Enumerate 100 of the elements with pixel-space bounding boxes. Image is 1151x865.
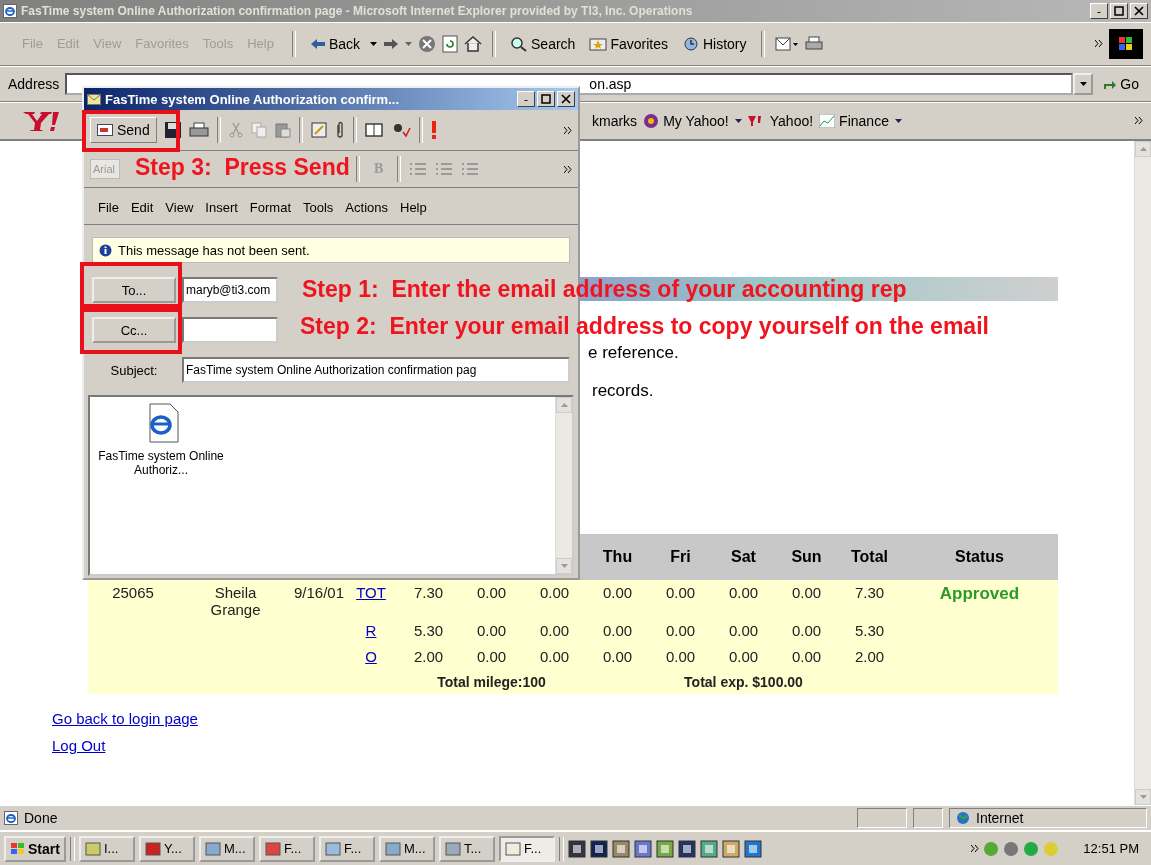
chevron-icon[interactable] xyxy=(1135,117,1143,124)
envelope-icon xyxy=(97,124,113,136)
table-cell: 7.30 xyxy=(413,584,444,601)
code-link[interactable]: R xyxy=(365,622,377,639)
table-cell: 0.00 xyxy=(602,648,633,665)
taskbar-button[interactable]: I... xyxy=(78,835,135,862)
exclamation-icon[interactable] xyxy=(430,121,437,139)
taskbar-button[interactable]: M... xyxy=(378,835,435,862)
dropdown-button[interactable] xyxy=(1073,72,1094,95)
attachment-name[interactable]: FasTime system Online Authoriz... xyxy=(96,449,226,477)
quick-launch-icon[interactable] xyxy=(589,839,608,858)
window-title: FasTime system Online Authorization confirmation page - Microsoft Internet Explorer provided by TI3, Inc. Operations xyxy=(21,4,694,18)
paste-icon[interactable] xyxy=(274,122,291,138)
forward-arrow-icon[interactable] xyxy=(383,37,399,50)
taskbar-button[interactable]: M... xyxy=(198,835,255,862)
menu-item[interactable]: File xyxy=(98,199,119,215)
status-pane xyxy=(913,808,943,828)
print-icon[interactable] xyxy=(188,122,209,138)
menu-item[interactable]: Insert xyxy=(205,199,238,215)
stop-icon[interactable] xyxy=(418,34,436,53)
taskbar-button[interactable]: F... xyxy=(258,835,315,862)
close-button[interactable] xyxy=(1130,3,1148,19)
minimize-button[interactable] xyxy=(1090,3,1108,19)
search-icon xyxy=(510,35,528,52)
table-cell: 7.30 xyxy=(854,584,885,601)
expense-total: Total exp. $100.00 xyxy=(684,674,803,690)
table-cell: 0.00 xyxy=(476,584,507,601)
to-button[interactable]: To... xyxy=(92,277,176,303)
app-icon xyxy=(384,841,401,856)
menu-item[interactable]: Actions xyxy=(345,199,388,215)
menu-item[interactable]: Format xyxy=(249,199,291,215)
finance-link[interactable]: Finance xyxy=(819,112,889,129)
quick-launch-icon[interactable] xyxy=(633,839,652,858)
close-button[interactable] xyxy=(557,91,575,107)
address-book-icon[interactable] xyxy=(310,122,327,138)
bookmarks-link[interactable]: kmarks xyxy=(592,112,638,129)
close-icon xyxy=(1134,6,1144,16)
history-button[interactable]: History xyxy=(677,33,751,54)
send-button[interactable]: Send xyxy=(90,117,157,143)
taskbar-button[interactable]: F... xyxy=(318,835,375,862)
start-button[interactable]: Start xyxy=(4,835,66,862)
quick-launch-icon[interactable] xyxy=(743,839,762,858)
quick-launch-icon[interactable] xyxy=(611,839,630,858)
dropdown-arrow-icon[interactable] xyxy=(734,118,742,123)
up-arrow-icon xyxy=(1139,147,1147,151)
page-link[interactable]: Log Out xyxy=(52,737,106,754)
menu-item[interactable]: Edit xyxy=(130,199,154,215)
subject-field[interactable]: FasTime system Online Authorization confirmation pag xyxy=(182,357,570,383)
table-cell: 0.00 xyxy=(791,648,822,665)
page-icon xyxy=(4,811,18,825)
yahoo-logo-icon[interactable] xyxy=(22,109,60,132)
taskbar-button[interactable]: Y... xyxy=(138,835,195,862)
message-body[interactable]: FasTime system Online Authoriz... xyxy=(88,395,574,576)
cc-button[interactable]: Cc... xyxy=(92,317,176,343)
down-arrow-icon xyxy=(1139,795,1147,799)
paperclip-icon[interactable] xyxy=(334,121,345,139)
maximize-button[interactable] xyxy=(537,91,555,107)
clock: 12:51 PM xyxy=(1082,841,1140,856)
table-cell: 0.00 xyxy=(728,622,759,639)
search-button[interactable]: Search xyxy=(506,33,580,54)
table-cell: 0.00 xyxy=(728,584,759,601)
minimize-button[interactable] xyxy=(517,91,535,107)
chevron-icon[interactable] xyxy=(564,165,572,173)
column-header: Fri xyxy=(649,534,712,580)
chevron-icon[interactable] xyxy=(1095,40,1103,47)
chevron-icon[interactable] xyxy=(971,845,980,852)
home-icon[interactable] xyxy=(464,35,482,52)
menu-item[interactable]: View xyxy=(165,199,194,215)
page-link[interactable]: Go back to login page xyxy=(52,710,198,727)
column-header: Sat xyxy=(712,534,775,580)
to-field[interactable]: maryb@ti3.com xyxy=(182,277,278,303)
dropdown-arrow-icon[interactable] xyxy=(894,118,902,123)
taskbar-button[interactable]: T... xyxy=(438,835,495,862)
go-button[interactable]: Go xyxy=(1099,73,1143,94)
favorites-button[interactable]: Favorites xyxy=(585,33,672,54)
code-link[interactable]: O xyxy=(365,648,377,665)
refresh-icon[interactable] xyxy=(442,34,458,53)
yahoo-link[interactable]: Yahoo! xyxy=(747,112,814,129)
mail-icon[interactable] xyxy=(774,35,799,52)
table-cell: 0.00 xyxy=(539,648,570,665)
maximize-icon xyxy=(541,94,551,104)
restore-button[interactable] xyxy=(1110,3,1128,19)
tray-icon[interactable] xyxy=(1003,840,1020,857)
taskbar-button[interactable]: F... xyxy=(498,835,555,862)
cc-field[interactable] xyxy=(182,317,278,343)
page-text: records. xyxy=(591,381,655,401)
print-icon[interactable] xyxy=(804,35,823,52)
chevron-icon[interactable] xyxy=(564,126,572,134)
table-cell: 0.00 xyxy=(791,622,822,639)
quick-launch-icon[interactable] xyxy=(677,839,696,858)
book-icon[interactable] xyxy=(364,122,383,138)
table-cell: 2.00 xyxy=(413,648,444,665)
menu-item[interactable]: Tools xyxy=(303,199,334,215)
dropdown-arrow-icon[interactable] xyxy=(370,41,377,46)
menu-item[interactable]: Help xyxy=(400,199,427,215)
table-cell: 0.00 xyxy=(476,622,507,639)
back-button[interactable]: Back xyxy=(305,33,364,54)
my-yahoo-link[interactable]: My Yahoo! xyxy=(643,112,729,129)
column-header: Sun xyxy=(775,534,838,580)
quick-launch-icon[interactable] xyxy=(567,839,586,858)
